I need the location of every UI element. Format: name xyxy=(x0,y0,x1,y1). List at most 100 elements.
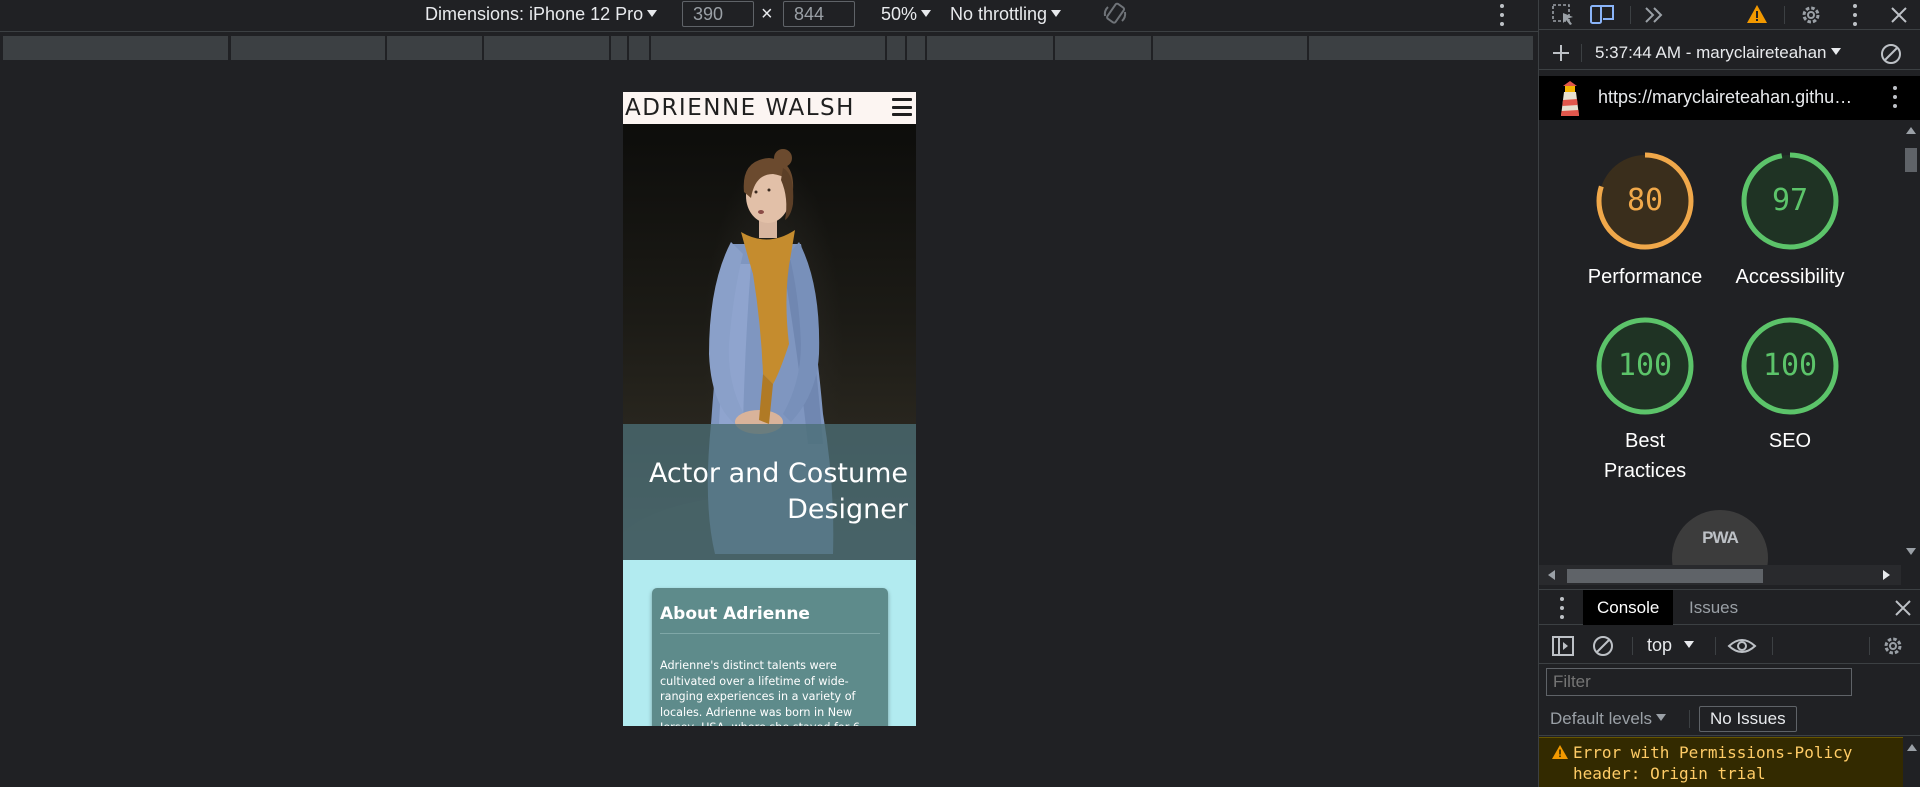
chevron-down-icon xyxy=(1656,714,1667,722)
tab-issues[interactable]: Issues xyxy=(1675,590,1752,625)
hero-heading: Actor and Costume Designer xyxy=(648,458,908,525)
media-query-bar[interactable] xyxy=(231,36,387,60)
seo-label[interactable]: SEO xyxy=(1710,426,1870,456)
site-header: ADRIENNE WALSH xyxy=(623,92,916,124)
toolbar-divider xyxy=(1869,637,1870,655)
scroll-right-icon[interactable] xyxy=(1883,570,1891,580)
scrollbar-thumb[interactable] xyxy=(1905,148,1917,172)
media-query-bar[interactable] xyxy=(887,36,907,60)
throttling-select-label: No throttling xyxy=(950,4,1048,24)
close-drawer-icon[interactable] xyxy=(1894,599,1912,617)
chevron-down-icon xyxy=(647,9,658,17)
report-horizontal-scrollbar[interactable] xyxy=(1539,565,1901,585)
toolbar-divider xyxy=(1689,710,1690,728)
media-query-bar[interactable] xyxy=(1055,36,1153,60)
media-query-bar[interactable] xyxy=(387,36,484,60)
console-warning-message[interactable]: Error with Permissions-Policy header: Or… xyxy=(1539,737,1903,787)
hamburger-menu-icon[interactable] xyxy=(892,98,912,116)
hero-section: Actor and Costume Designer xyxy=(623,124,916,560)
seo-score: 100 xyxy=(1762,348,1818,383)
device-select[interactable]: Dimensions: iPhone 12 Pro xyxy=(425,0,658,28)
drawer-menu-icon[interactable] xyxy=(1558,597,1566,619)
drawer-tabs: Console Issues xyxy=(1539,589,1920,625)
clear-console-icon[interactable] xyxy=(1591,634,1615,658)
inspect-element-icon[interactable] xyxy=(1551,3,1577,27)
chevron-down-icon xyxy=(1051,9,1062,17)
lighthouse-scores: 80 97 100 100 Performance Accessibility … xyxy=(1539,120,1901,565)
report-time-label: 5:37:44 AM - maryclaireteahan xyxy=(1595,43,1827,62)
devtools-pane: 5:37:44 AM - maryclaireteahan https://ma… xyxy=(1538,0,1920,787)
scroll-down-icon[interactable] xyxy=(1906,548,1916,556)
issues-counter-button[interactable]: No Issues xyxy=(1699,706,1797,732)
live-expression-eye-icon[interactable] xyxy=(1727,636,1757,656)
best-practices-score: 100 xyxy=(1617,348,1673,383)
devtools-menu-icon[interactable] xyxy=(1851,4,1859,26)
media-query-bar[interactable] xyxy=(611,36,629,60)
context-selector[interactable]: top xyxy=(1647,635,1695,656)
warning-icon xyxy=(1552,745,1568,759)
accessibility-score: 97 xyxy=(1771,183,1809,218)
media-query-bar[interactable] xyxy=(629,36,651,60)
settings-gear-icon[interactable] xyxy=(1799,3,1823,27)
scroll-up-icon[interactable] xyxy=(1907,743,1917,751)
console-scrollbar[interactable] xyxy=(1903,737,1920,787)
close-devtools-icon[interactable] xyxy=(1889,5,1909,25)
about-card: About Adrienne Adrienne's distinct talen… xyxy=(652,588,888,726)
about-section: About Adrienne Adrienne's distinct talen… xyxy=(623,560,916,726)
clear-reports-icon[interactable] xyxy=(1879,42,1903,66)
console-levels-row: Default levels No Issues xyxy=(1539,702,1920,736)
toolbar-divider xyxy=(1581,44,1582,62)
media-query-bar[interactable] xyxy=(651,36,887,60)
site-title[interactable]: ADRIENNE WALSH xyxy=(625,94,855,122)
toolbar-divider xyxy=(1715,637,1716,655)
scroll-up-icon[interactable] xyxy=(1906,126,1916,134)
report-url[interactable]: https://maryclaireteahan.githu… xyxy=(1598,87,1852,108)
height-input[interactable] xyxy=(783,1,855,27)
add-report-icon[interactable] xyxy=(1551,43,1571,63)
toolbar-divider xyxy=(1772,637,1773,655)
lighthouse-toolbar: 5:37:44 AM - maryclaireteahan xyxy=(1539,36,1920,70)
performance-score: 80 xyxy=(1626,183,1664,218)
console-toolbar: top xyxy=(1539,628,1920,664)
device-toolbar: Dimensions: iPhone 12 Pro × 50% No throt… xyxy=(0,0,1538,32)
rotate-icon[interactable] xyxy=(1102,2,1128,26)
toolbar-divider xyxy=(1784,6,1785,24)
media-query-bar[interactable] xyxy=(484,36,611,60)
dimension-times-sign: × xyxy=(761,3,773,25)
sidebar-toggle-icon[interactable] xyxy=(1551,635,1575,657)
throttling-select[interactable]: No throttling xyxy=(950,0,1062,28)
zoom-select[interactable]: 50% xyxy=(881,0,932,28)
log-levels-label: Default levels xyxy=(1550,709,1653,728)
media-query-bar[interactable] xyxy=(1153,36,1309,60)
report-vertical-scrollbar[interactable] xyxy=(1901,120,1920,565)
scroll-left-icon[interactable] xyxy=(1547,570,1555,580)
media-query-bar[interactable] xyxy=(907,36,927,60)
device-toggle-icon[interactable] xyxy=(1589,3,1617,27)
about-heading: About Adrienne xyxy=(660,604,810,624)
report-url-bar: https://maryclaireteahan.githu… xyxy=(1539,76,1920,120)
about-text: Adrienne's distinct talents were cultiva… xyxy=(660,659,860,726)
performance-label[interactable]: Performance xyxy=(1565,262,1725,292)
media-query-bar[interactable] xyxy=(927,36,1055,60)
chevron-down-icon xyxy=(921,9,932,17)
scrollbar-thumb[interactable] xyxy=(1567,569,1763,583)
tab-console[interactable]: Console xyxy=(1583,590,1674,625)
console-settings-gear-icon[interactable] xyxy=(1881,634,1905,658)
best-practices-label[interactable]: Best Practices xyxy=(1590,426,1700,486)
more-options-icon[interactable] xyxy=(1498,4,1506,26)
console-filter-input[interactable] xyxy=(1546,668,1852,696)
warning-icon[interactable] xyxy=(1745,3,1769,25)
toolbar-divider xyxy=(1630,6,1631,24)
media-query-bar[interactable] xyxy=(1309,36,1535,60)
log-levels-select[interactable]: Default levels xyxy=(1550,709,1667,729)
chevron-down-icon xyxy=(1684,640,1695,648)
media-query-bar[interactable] xyxy=(3,36,230,60)
report-menu-icon[interactable] xyxy=(1891,86,1899,108)
devtools-main-toolbar xyxy=(1539,0,1920,30)
width-input[interactable] xyxy=(682,1,754,27)
report-selector[interactable]: 5:37:44 AM - maryclaireteahan xyxy=(1595,43,1841,63)
chevron-down-icon xyxy=(1830,48,1841,56)
devtools-window: Dimensions: iPhone 12 Pro × 50% No throt… xyxy=(0,0,1920,787)
more-tabs-chevron-icon[interactable] xyxy=(1643,5,1665,25)
accessibility-label[interactable]: Accessibility xyxy=(1710,262,1870,292)
